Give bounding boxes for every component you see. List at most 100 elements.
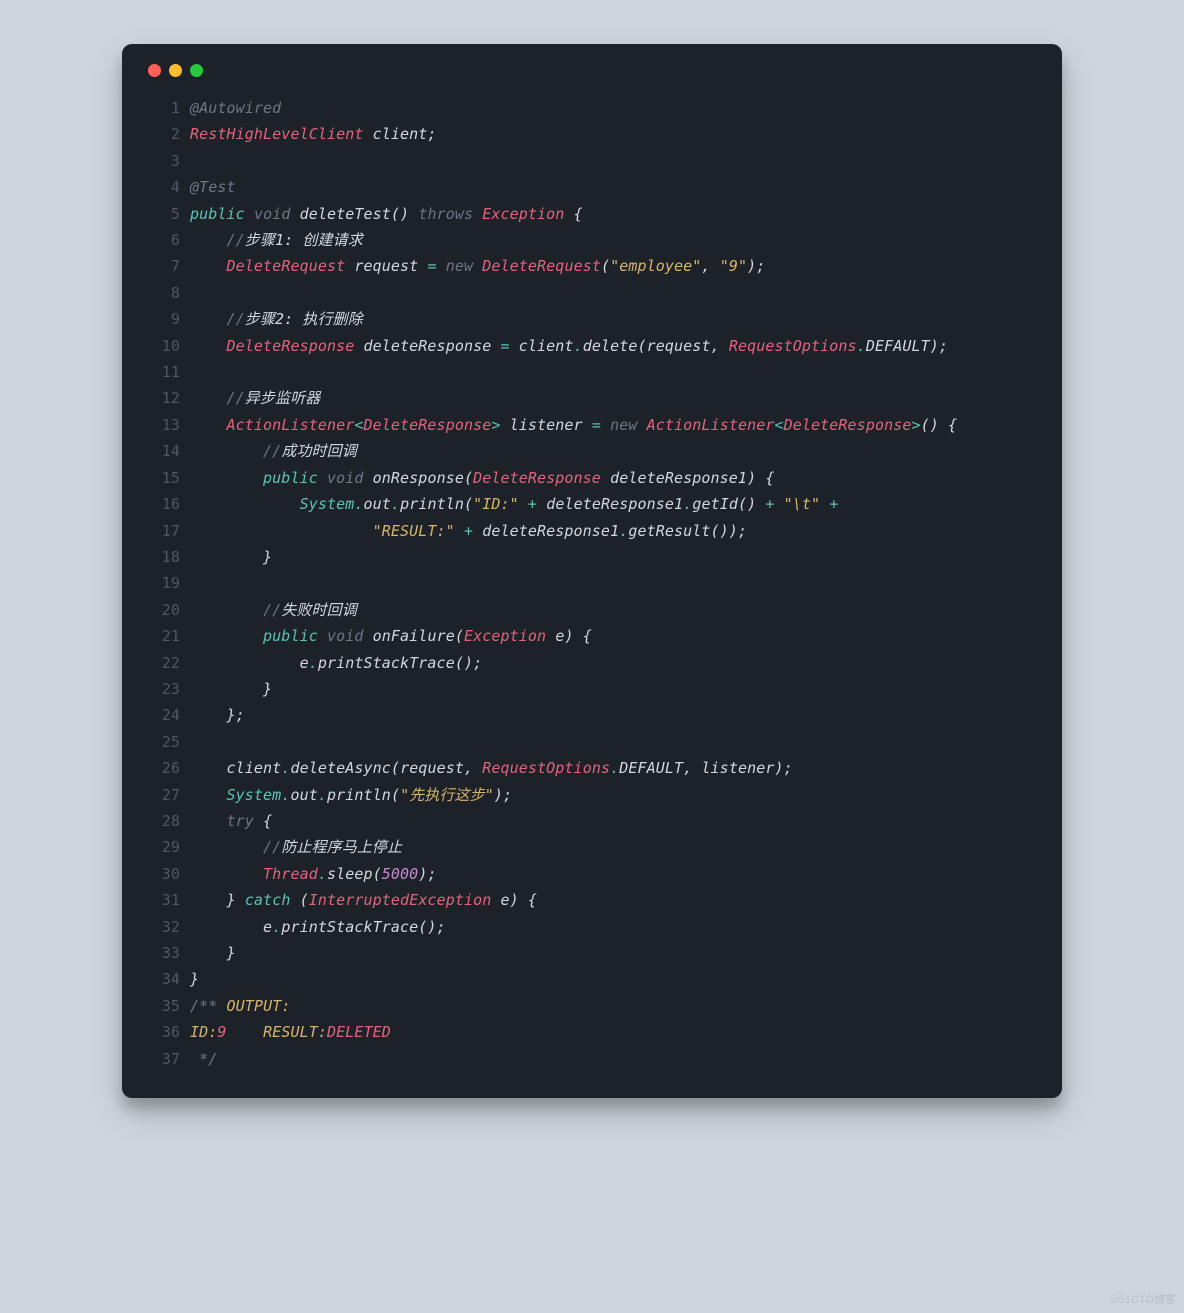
close-icon[interactable] <box>148 64 161 77</box>
code-line: 19 <box>148 570 1036 596</box>
code-line: 23 } <box>148 676 1036 702</box>
code-line: 22 e.printStackTrace(); <box>148 650 1036 676</box>
token <box>537 495 546 513</box>
token: deleteTest <box>300 205 391 223</box>
code-line: 28 try { <box>148 808 1036 834</box>
line-number: 4 <box>148 174 180 200</box>
code-line: 20 //失败时回调 <box>148 597 1036 623</box>
token: out <box>364 495 391 513</box>
line-number: 14 <box>148 438 180 464</box>
token <box>473 522 482 540</box>
token <box>227 1023 264 1041</box>
code-line: 30 Thread.sleep(5000); <box>148 861 1036 887</box>
token: System <box>300 495 355 513</box>
line-number: 8 <box>148 280 180 306</box>
token <box>190 786 227 804</box>
token <box>473 205 482 223</box>
token: client <box>519 337 574 355</box>
token <box>190 257 227 275</box>
code-line: 36ID:9 RESULT:DELETED <box>148 1019 1036 1045</box>
token <box>601 416 610 434</box>
line-content: } <box>180 676 272 702</box>
line-content <box>180 570 190 596</box>
token <box>437 257 446 275</box>
token: deleteResponse <box>364 337 492 355</box>
line-number: 6 <box>148 227 180 253</box>
token: ( <box>373 865 382 883</box>
token <box>190 337 227 355</box>
code-line: 9 //步骤2: 执行删除 <box>148 306 1036 332</box>
token: public <box>263 469 318 487</box>
token: } <box>227 944 236 962</box>
token: } <box>190 970 199 988</box>
line-number: 19 <box>148 570 180 596</box>
token: DELETED <box>327 1023 391 1041</box>
token: printStackTrace <box>318 654 455 672</box>
token: } <box>227 891 236 909</box>
token: void <box>254 205 291 223</box>
code-line: 11 <box>148 359 1036 385</box>
line-content: } <box>180 940 236 966</box>
token: deleteResponse1 <box>482 522 619 540</box>
code-line: 7 DeleteRequest request = new DeleteRequ… <box>148 253 1036 279</box>
token: e <box>501 891 510 909</box>
line-number: 10 <box>148 333 180 359</box>
token <box>564 205 573 223</box>
token: "RESULT:" <box>373 522 455 540</box>
line-number: 16 <box>148 491 180 517</box>
code-line: 1@Autowired <box>148 95 1036 121</box>
line-content: public void onFailure(Exception e) { <box>180 623 592 649</box>
token: . <box>391 495 400 513</box>
line-content: System.out.println("先执行这步"); <box>180 782 512 808</box>
token: ); <box>494 786 512 804</box>
code-line: 14 //成功时回调 <box>148 438 1036 464</box>
token: getResult <box>628 522 710 540</box>
token: request <box>647 337 711 355</box>
maximize-icon[interactable] <box>190 64 203 77</box>
line-number: 18 <box>148 544 180 570</box>
token: . <box>857 337 866 355</box>
line-number: 21 <box>148 623 180 649</box>
token: ); <box>418 865 436 883</box>
window-controls <box>148 64 1036 77</box>
token: ActionListener <box>647 416 775 434</box>
token: () { <box>921 416 958 434</box>
line-number: 33 <box>148 940 180 966</box>
code-line: 3 <box>148 148 1036 174</box>
token: request <box>354 257 418 275</box>
token: throws <box>418 205 473 223</box>
minimize-icon[interactable] <box>169 64 182 77</box>
token: . <box>272 918 281 936</box>
line-content: e.printStackTrace(); <box>180 650 482 676</box>
code-line: 27 System.out.println("先执行这步"); <box>148 782 1036 808</box>
line-content: } <box>180 544 272 570</box>
token: Thread <box>263 865 318 883</box>
token: ()); <box>711 522 748 540</box>
code-line: 2RestHighLevelClient client; <box>148 121 1036 147</box>
code-line: 21 public void onFailure(Exception e) { <box>148 623 1036 649</box>
token: { <box>263 812 272 830</box>
token <box>638 416 647 434</box>
token <box>190 231 227 249</box>
line-number: 15 <box>148 465 180 491</box>
token <box>190 442 263 460</box>
token: DeleteRequest <box>482 257 601 275</box>
code-line: 5public void deleteTest() throws Excepti… <box>148 201 1036 227</box>
token: onResponse <box>373 469 464 487</box>
token: 5000 <box>382 865 419 883</box>
token: println <box>400 495 464 513</box>
token <box>190 310 227 328</box>
line-number: 20 <box>148 597 180 623</box>
token: new <box>446 257 473 275</box>
token <box>190 944 227 962</box>
line-content: /** OUTPUT: <box>180 993 290 1019</box>
token <box>491 891 500 909</box>
token <box>190 865 263 883</box>
line-number: 24 <box>148 702 180 728</box>
line-content: @Autowired <box>180 95 281 121</box>
token: = <box>427 257 436 275</box>
line-content: public void onResponse(DeleteResponse de… <box>180 465 774 491</box>
token: ( <box>455 627 464 645</box>
token <box>190 495 300 513</box>
line-content: public void deleteTest() throws Exceptio… <box>180 201 583 227</box>
